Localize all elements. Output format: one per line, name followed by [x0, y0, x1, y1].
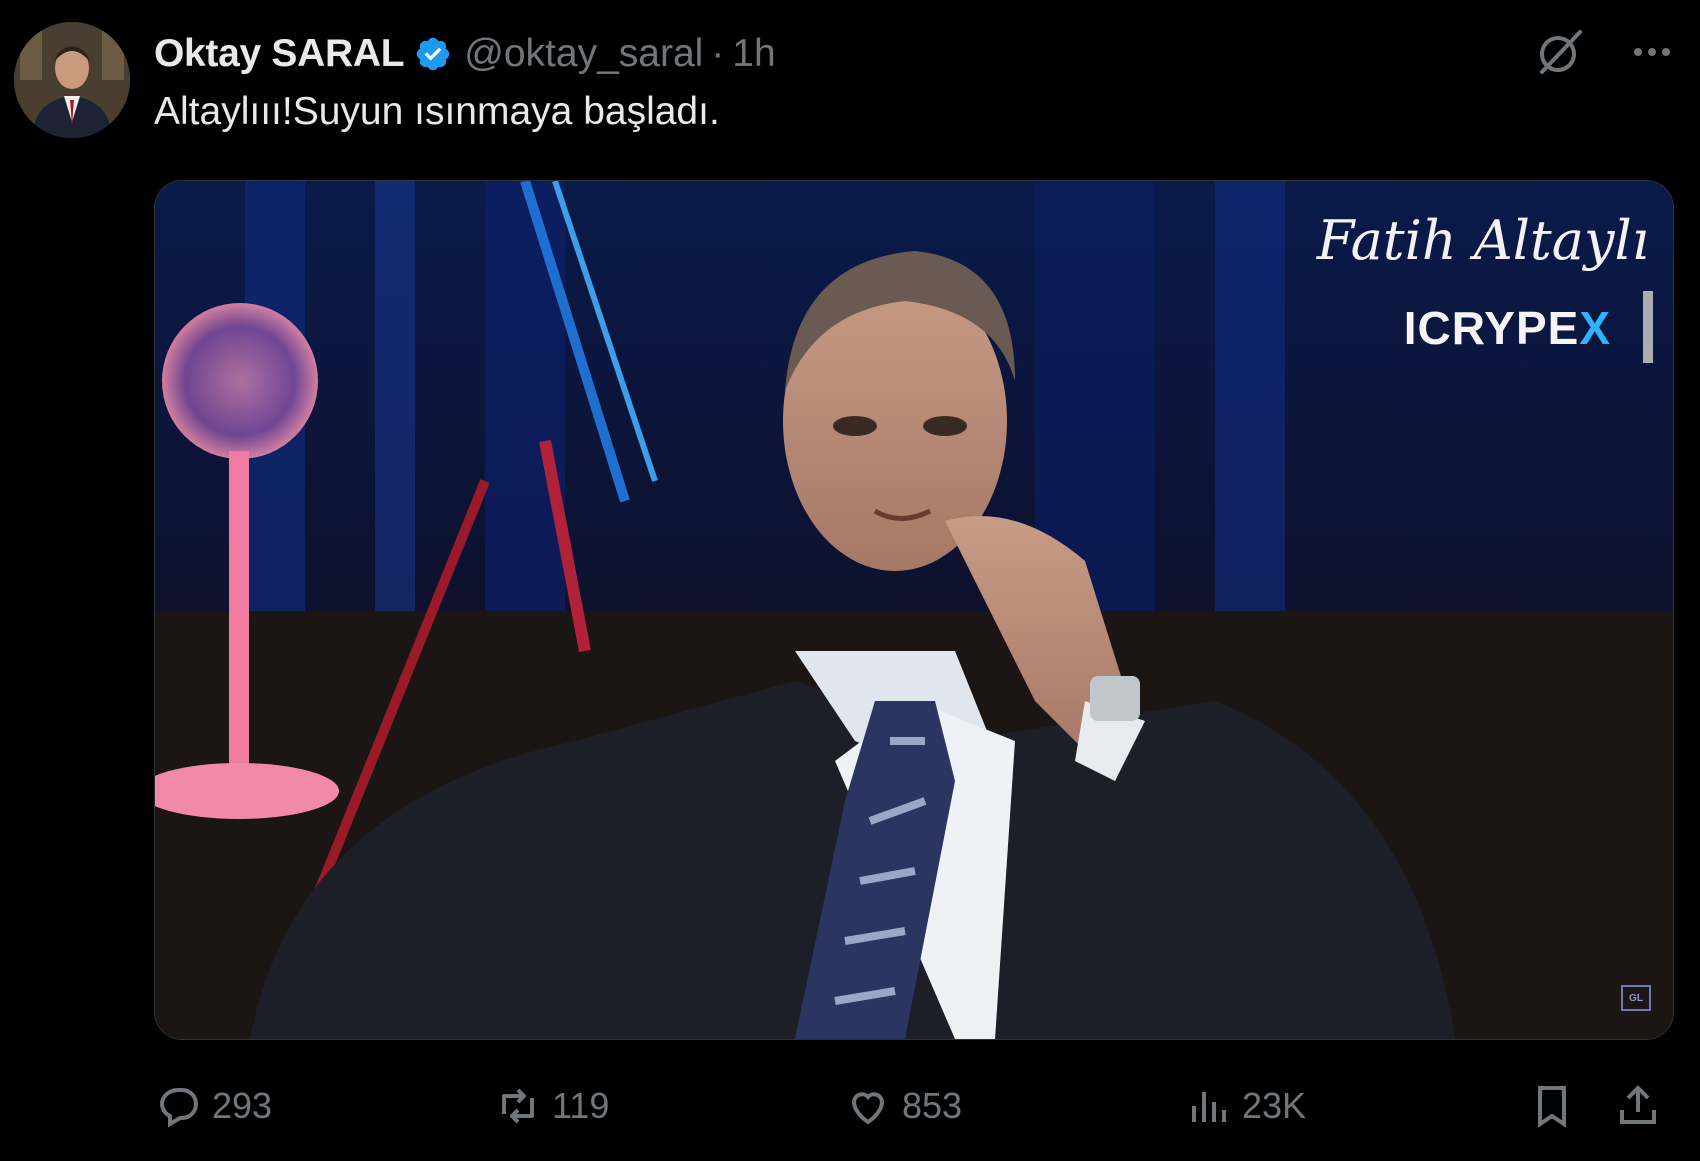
views-icon [1184, 1082, 1232, 1130]
brand-accent: X [1579, 302, 1611, 354]
share-icon [1614, 1082, 1662, 1130]
like-button[interactable]: 853 [844, 1076, 962, 1136]
more-options-icon[interactable] [1626, 26, 1678, 78]
heart-icon [844, 1082, 892, 1130]
grok-icon[interactable] [1534, 26, 1586, 78]
author-name[interactable]: Oktay SARAL [154, 32, 405, 76]
corner-badge: GL [1621, 985, 1651, 1011]
reply-icon [154, 1082, 202, 1130]
bookmark-icon [1528, 1082, 1576, 1130]
avatar[interactable] [14, 22, 130, 138]
share-button[interactable] [1614, 1076, 1662, 1136]
tweet-text: Altaylııı!Suyun ısınmaya başladı. [154, 90, 720, 133]
retweet-count: 119 [552, 1085, 610, 1126]
tweet: Oktay SARAL @oktay_saral · 1h Altaylııı! [0, 0, 1700, 1161]
retweet-icon [494, 1082, 542, 1130]
tweet-media[interactable]: Fatih Altaylı ICRYPEX GL [154, 180, 1674, 1040]
reply-count: 293 [212, 1085, 273, 1126]
video-overlay-brand: ICRYPEX [1404, 301, 1611, 355]
tweet-actions: 293 119 853 23K [154, 1076, 1672, 1136]
tweet-timestamp[interactable]: 1h [732, 32, 775, 76]
brand-main: ICRYPE [1403, 302, 1580, 354]
reply-button[interactable]: 293 [154, 1076, 272, 1136]
bookmark-button[interactable] [1528, 1076, 1576, 1136]
verified-badge-icon [414, 35, 452, 73]
avatar-photo [14, 22, 130, 138]
brand-bar [1643, 291, 1653, 363]
video-overlay-name: Fatih Altaylı [1316, 209, 1649, 272]
header-separator: · [711, 32, 725, 75]
tweet-header: Oktay SARAL @oktay_saral · 1h [154, 28, 776, 80]
like-count: 853 [902, 1085, 963, 1126]
retweet-button[interactable]: 119 [494, 1076, 609, 1136]
views-button[interactable]: 23K [1184, 1076, 1306, 1136]
views-count: 23K [1242, 1085, 1307, 1126]
author-handle[interactable]: @oktay_saral [464, 32, 703, 76]
tweet-top-actions [1534, 26, 1678, 78]
